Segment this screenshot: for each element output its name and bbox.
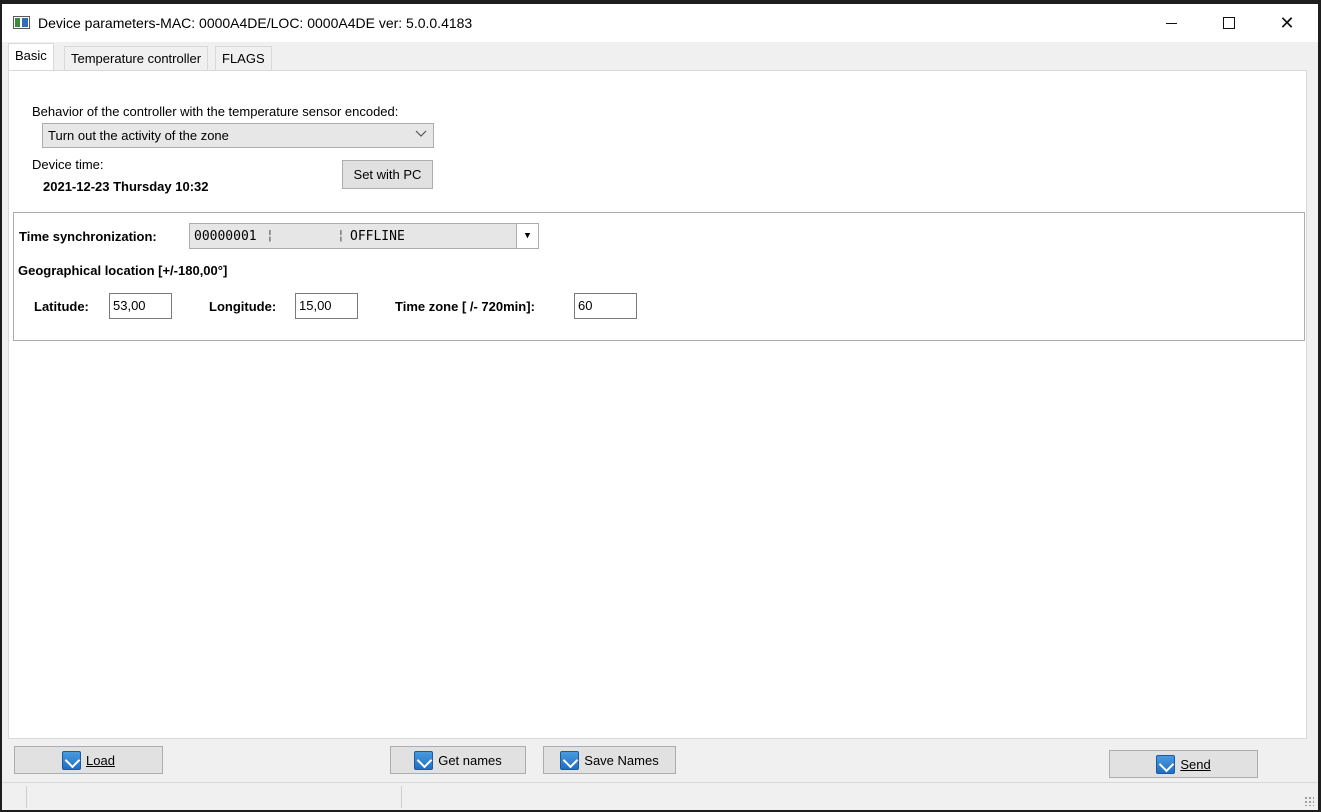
column-separator: ¦ (266, 228, 274, 243)
minimize-icon (1165, 22, 1177, 24)
time-zone-field[interactable]: 60 (574, 293, 637, 319)
chevron-down-icon (415, 127, 427, 142)
behavior-select[interactable]: Turn out the activity of the zone (42, 123, 434, 148)
maximize-button[interactable] (1200, 4, 1258, 42)
behavior-label: Behavior of the controller with the temp… (32, 104, 399, 119)
time-sync-label: Time synchronization: (19, 229, 157, 244)
load-icon (62, 750, 82, 770)
latitude-label: Latitude: (34, 299, 89, 314)
tab-basic[interactable]: Basic (8, 43, 54, 70)
set-with-pc-button[interactable]: Set with PC (342, 160, 433, 189)
latitude-field[interactable]: 53,00 (109, 293, 172, 319)
minimize-button[interactable] (1142, 4, 1200, 42)
send-button-label: Send (1180, 756, 1211, 772)
status-bar (2, 782, 1318, 810)
maximize-icon (1223, 17, 1235, 29)
send-button[interactable]: Send (1109, 750, 1258, 778)
basic-tab-page: Behavior of the controller with the temp… (8, 70, 1307, 739)
dropdown-arrow-icon[interactable]: ▼ (516, 224, 538, 248)
geo-location-label: Geographical location [+/-180,00°] (18, 263, 228, 278)
get-names-button-label: Get names (438, 752, 502, 768)
resize-grip-icon[interactable] (1304, 796, 1314, 806)
tab-flags[interactable]: FLAGS (215, 46, 272, 70)
device-parameters-window: Device parameters-MAC: 0000A4DE/LOC: 000… (2, 4, 1318, 810)
save-names-button[interactable]: Save Names (543, 746, 676, 774)
time-sync-id: 00000001 (194, 229, 257, 244)
behavior-select-value: Turn out the activity of the zone (48, 128, 229, 143)
get-names-button[interactable]: Get names (390, 746, 526, 774)
send-icon (1156, 754, 1176, 774)
tab-temperature-controller[interactable]: Temperature controller (64, 46, 209, 70)
column-separator: ¦ (337, 228, 345, 243)
time-sync-group: Time synchronization: 00000001 ¦ ¦ OFFLI… (13, 212, 1305, 341)
device-time-label: Device time: (32, 157, 104, 172)
app-window-icon (13, 16, 30, 29)
close-button[interactable]: ✕ (1258, 4, 1316, 42)
longitude-label: Longitude: (209, 299, 277, 314)
window-title: Device parameters-MAC: 0000A4DE/LOC: 000… (38, 15, 473, 31)
device-time-value: 2021-12-23 Thursday 10:32 (43, 179, 209, 194)
get-names-icon (414, 750, 434, 770)
load-button[interactable]: Load (14, 746, 163, 774)
title-bar: Device parameters-MAC: 0000A4DE/LOC: 000… (2, 4, 1318, 42)
status-bar-divider (401, 786, 402, 808)
save-names-button-label: Save Names (584, 752, 659, 768)
time-sync-status: OFFLINE (350, 229, 405, 244)
time-zone-label: Time zone [ /- 720min]: (395, 299, 535, 314)
close-icon: ✕ (1279, 13, 1295, 33)
longitude-field[interactable]: 15,00 (295, 293, 358, 319)
load-button-label: Load (86, 752, 115, 768)
time-sync-select[interactable]: 00000001 ¦ ¦ OFFLINE ▼ (189, 223, 539, 249)
save-names-icon (560, 750, 580, 770)
status-bar-divider (26, 786, 27, 808)
